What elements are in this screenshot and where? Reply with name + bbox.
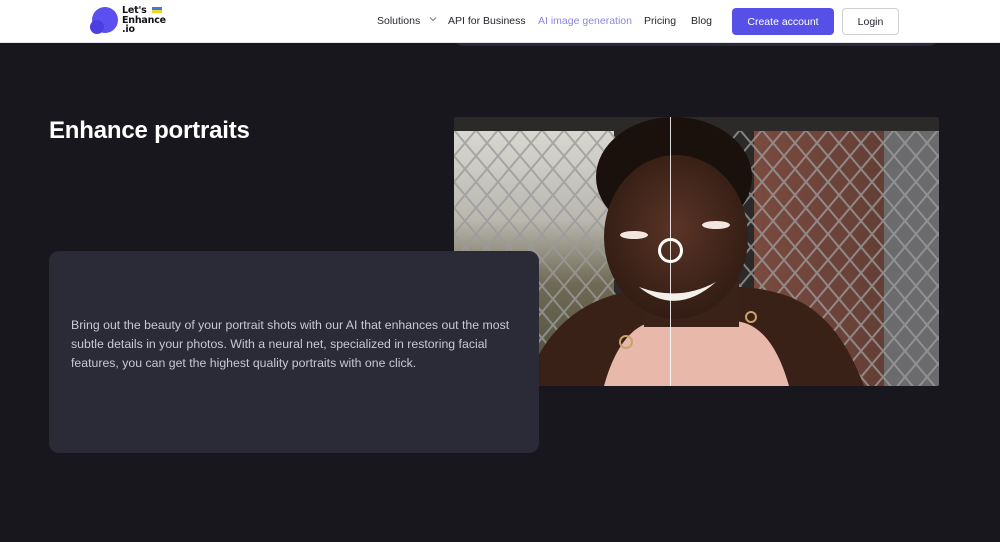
- site-header: Let's Enhance .io Solutions API for Busi…: [0, 0, 1000, 43]
- create-account-button[interactable]: Create account: [732, 8, 834, 35]
- chevron-down-icon: [429, 17, 437, 22]
- section-title: Enhance portraits: [49, 117, 250, 144]
- nav-solutions-label: Solutions: [377, 15, 421, 27]
- comparison-slider-handle[interactable]: [658, 238, 683, 263]
- logo-mark-icon: [90, 7, 118, 34]
- logo-line-3: .io: [122, 24, 135, 35]
- letsenhance-logo[interactable]: Let's Enhance .io: [90, 6, 170, 38]
- nav-ai-image-generation[interactable]: AI image generation: [538, 15, 632, 27]
- description-card: Bring out the beauty of your portrait sh…: [49, 251, 539, 453]
- section-description: Bring out the beauty of your portrait sh…: [71, 318, 510, 370]
- nav-api-for-business[interactable]: API for Business: [448, 15, 526, 27]
- nav-blog[interactable]: Blog: [691, 15, 712, 27]
- ukraine-flag-icon: [152, 7, 162, 13]
- nav-solutions[interactable]: Solutions: [377, 15, 437, 27]
- login-button[interactable]: Login: [842, 8, 899, 35]
- nav-pricing[interactable]: Pricing: [644, 15, 676, 27]
